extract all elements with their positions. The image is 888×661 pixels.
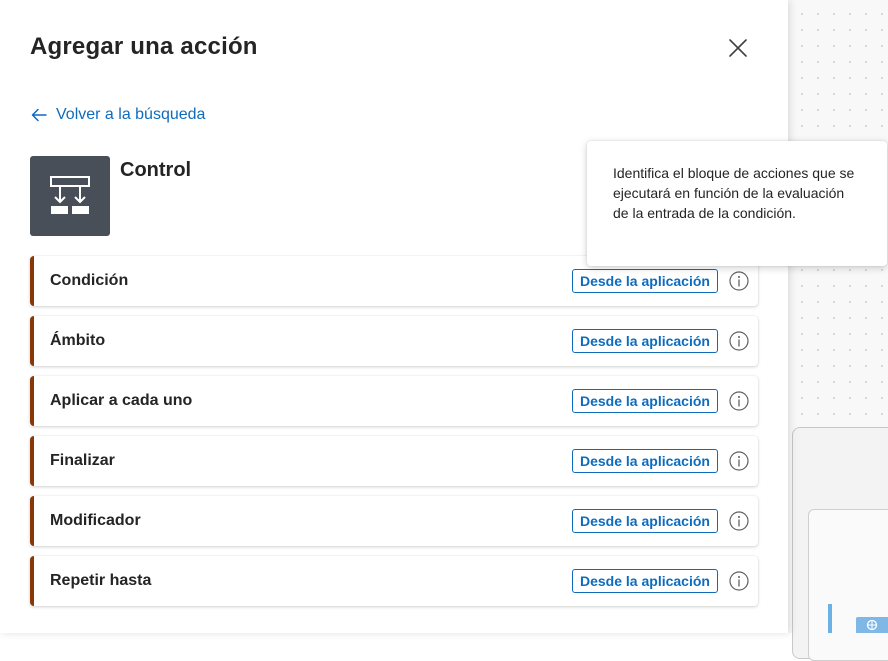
action-item-repetir-hasta[interactable]: Repetir hasta Desde la aplicación xyxy=(30,556,758,606)
add-action-panel: Agregar una acción Volver a la búsqueda … xyxy=(0,0,788,633)
action-label: Repetir hasta xyxy=(50,572,152,589)
action-label: Condición xyxy=(50,272,129,289)
info-icon[interactable] xyxy=(728,330,750,352)
action-label: Aplicar a cada uno xyxy=(50,392,193,409)
close-icon xyxy=(729,39,747,57)
info-icon[interactable] xyxy=(728,270,750,292)
action-list: Condición Desde la aplicación Ámbito Des… xyxy=(30,256,758,616)
tooltip-text: Identifica el bloque de acciones que se … xyxy=(613,165,855,221)
panel-title: Agregar una acción xyxy=(30,33,258,60)
action-label: Ámbito xyxy=(50,332,106,349)
action-item-ambito[interactable]: Ámbito Desde la aplicación xyxy=(30,316,758,366)
action-item-modificador[interactable]: Modificador Desde la aplicación xyxy=(30,496,758,546)
back-link-label: Volver a la búsqueda xyxy=(56,106,206,123)
back-to-search-link[interactable]: Volver a la búsqueda xyxy=(30,104,205,126)
action-item-aplicar-a-cada-uno[interactable]: Aplicar a cada uno Desde la aplicación xyxy=(30,376,758,426)
app-badge: Desde la aplicación xyxy=(572,389,718,413)
info-tooltip: Identifica el bloque de acciones que se … xyxy=(587,141,887,266)
info-icon[interactable] xyxy=(728,570,750,592)
info-icon[interactable] xyxy=(728,510,750,532)
canvas-node-icon xyxy=(856,617,888,633)
close-button[interactable] xyxy=(724,34,752,62)
canvas-card-accent xyxy=(828,604,832,633)
action-label: Finalizar xyxy=(50,452,115,469)
connector-icon-tile xyxy=(30,156,110,236)
app-badge: Desde la aplicación xyxy=(572,569,718,593)
app-badge: Desde la aplicación xyxy=(572,329,718,353)
canvas-action-card xyxy=(808,509,888,661)
control-branch-icon xyxy=(50,176,90,214)
arrow-left-icon xyxy=(30,106,48,124)
connector-name: Control xyxy=(120,159,192,181)
app-badge: Desde la aplicación xyxy=(572,449,718,473)
info-icon[interactable] xyxy=(728,390,750,412)
app-badge: Desde la aplicación xyxy=(572,269,718,293)
info-icon[interactable] xyxy=(728,450,750,472)
action-item-finalizar[interactable]: Finalizar Desde la aplicación xyxy=(30,436,758,486)
app-badge: Desde la aplicación xyxy=(572,509,718,533)
action-label: Modificador xyxy=(50,512,141,529)
